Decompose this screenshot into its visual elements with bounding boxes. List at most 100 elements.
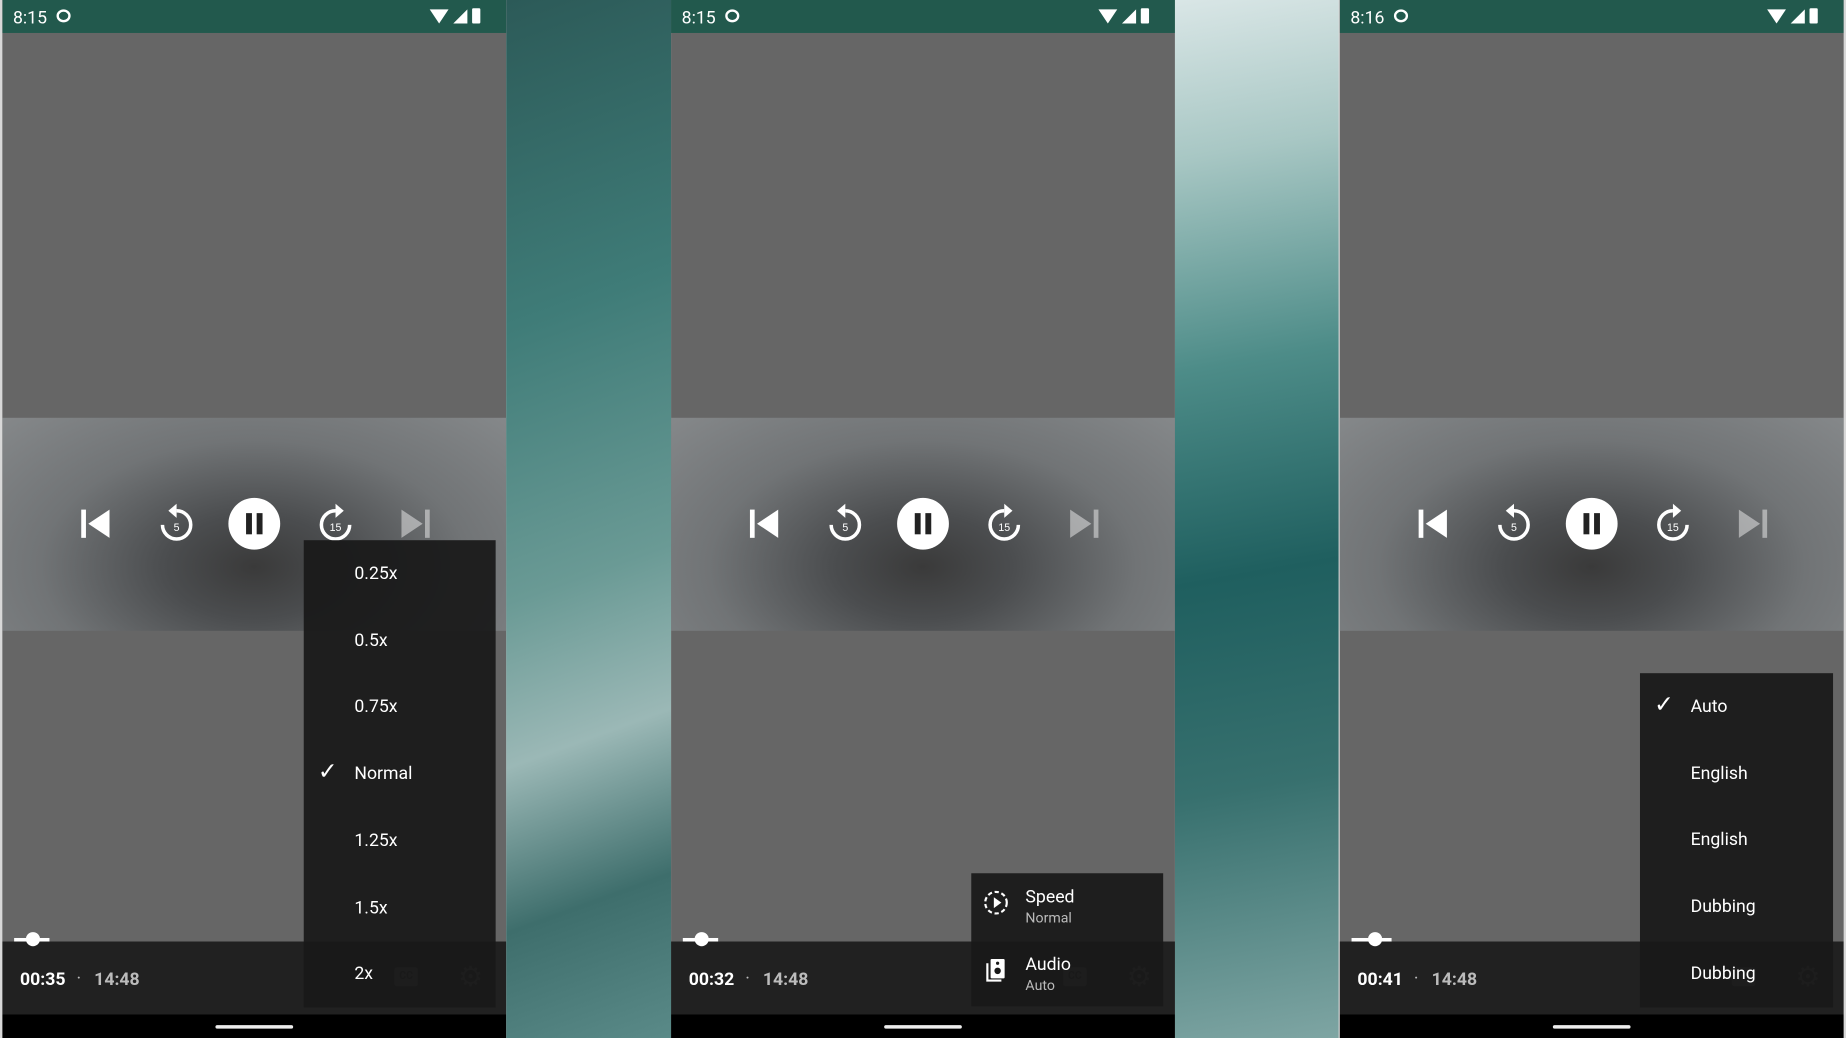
menu-item[interactable]: 2x — [304, 941, 496, 1007]
pause-button[interactable] — [228, 497, 281, 550]
navigation-bar — [2, 1014, 507, 1038]
status-bar: 8:15 — [671, 0, 1175, 33]
svg-text:15: 15 — [1667, 522, 1679, 534]
wave-image — [1174, 0, 1339, 1038]
menu-item[interactable]: English — [1640, 740, 1833, 806]
skip-previous-icon — [749, 509, 779, 538]
menu-item[interactable]: 0.5x — [304, 607, 496, 673]
previous-button[interactable] — [73, 500, 120, 547]
wifi-icon — [1767, 8, 1786, 23]
pause-icon — [914, 513, 932, 535]
status-time: 8:15 — [681, 7, 716, 29]
svg-text:15: 15 — [330, 522, 342, 534]
svg-text:15: 15 — [998, 522, 1010, 534]
settings-item-value: Auto — [1025, 976, 1055, 993]
skip-previous-icon — [81, 509, 110, 538]
speed-icon — [984, 890, 1008, 915]
menu-item-label: 2x — [354, 962, 374, 985]
settings-item-title: Audio — [1025, 952, 1071, 974]
menu-item-label: Normal — [354, 762, 413, 784]
notification-icon — [56, 9, 71, 23]
battery-icon — [1809, 8, 1818, 24]
notification-icon — [725, 9, 740, 23]
time-separator: · — [1413, 967, 1419, 989]
duration: 14:48 — [1431, 968, 1478, 990]
svg-text:5: 5 — [174, 522, 180, 534]
screenshot-collage: 8:15 5 15 00:35 · 14:48 CC ⚙ 8:15 5 15 — [0, 0, 1846, 1038]
menu-item[interactable]: ✓ Auto — [1640, 673, 1833, 739]
menu-item-label: 0.75x — [354, 696, 398, 718]
previous-button[interactable] — [742, 500, 789, 547]
check-icon: ✓ — [317, 756, 338, 786]
speaker-icon — [986, 958, 1005, 982]
signal-icon — [453, 8, 468, 23]
status-time: 8:15 — [12, 7, 48, 29]
check-icon: ✓ — [1654, 689, 1674, 718]
previous-button[interactable] — [1410, 500, 1457, 547]
wifi-icon — [1098, 8, 1118, 23]
menu-item[interactable]: 1.25x — [304, 807, 496, 873]
menu-item[interactable]: ✓ Normal — [304, 740, 496, 806]
current-position: 00:32 — [688, 968, 735, 990]
forward-icon: 15 — [988, 503, 1021, 541]
menu-item-label: 0.25x — [354, 562, 398, 584]
menu-item-label: 1.5x — [354, 896, 388, 918]
menu-item[interactable]: Dubbing — [1640, 940, 1833, 1006]
settings-menu: Speed Normal Audio Auto — [971, 873, 1164, 1007]
skip-previous-icon — [1418, 509, 1447, 538]
menu-item-label: 1.25x — [354, 829, 398, 851]
menu-item-label: Auto — [1690, 695, 1728, 717]
menu-item-label: Dubbing — [1690, 962, 1756, 984]
popup-menu: 0.25x 0.5x 0.75x ✓ Normal 1.25x 1.5x 2x — [303, 540, 496, 1008]
settings-item-audio[interactable]: Audio Auto — [971, 940, 1163, 1006]
wifi-icon — [429, 8, 449, 23]
forward-button[interactable]: 15 — [1649, 500, 1696, 547]
replay-icon: 5 — [160, 503, 193, 541]
svg-text:5: 5 — [1511, 522, 1517, 534]
status-bar: 8:16 — [1339, 0, 1844, 33]
menu-item-label: Dubbing — [1690, 895, 1756, 917]
pause-button[interactable] — [897, 497, 949, 550]
notification-icon — [1393, 9, 1409, 23]
replay-icon: 5 — [1498, 503, 1530, 541]
menu-item-label: English — [1690, 828, 1748, 851]
time-separator: · — [745, 967, 750, 989]
current-position: 00:41 — [1357, 968, 1403, 990]
home-handle[interactable] — [215, 1025, 294, 1029]
status-bar: 8:15 — [2, 0, 507, 33]
rewind-button[interactable]: 5 — [153, 500, 200, 547]
home-handle[interactable] — [884, 1025, 962, 1029]
popup-menu: ✓ Auto English English Dubbing Dubbing — [1639, 673, 1834, 1007]
menu-item-label: English — [1690, 762, 1748, 784]
skip-next-icon — [1738, 509, 1768, 538]
navigation-bar — [1339, 1014, 1844, 1038]
next-button[interactable] — [1060, 500, 1107, 547]
home-handle[interactable] — [1552, 1025, 1631, 1029]
menu-item[interactable]: 0.25x — [304, 540, 496, 606]
forward-button[interactable]: 15 — [981, 500, 1028, 547]
menu-item[interactable]: 1.5x — [304, 874, 496, 940]
battery-icon — [472, 8, 481, 24]
menu-item[interactable]: English — [1640, 807, 1833, 873]
pause-icon — [246, 513, 263, 535]
settings-item-speed[interactable]: Speed Normal — [971, 873, 1163, 939]
menu-item[interactable]: Dubbing — [1640, 873, 1833, 939]
battery-icon — [1140, 8, 1150, 24]
svg-text:5: 5 — [842, 522, 848, 534]
settings-item-value: Normal — [1025, 909, 1072, 927]
time-separator: · — [76, 967, 82, 989]
pause-button[interactable] — [1565, 497, 1618, 550]
rewind-button[interactable]: 5 — [1490, 500, 1537, 547]
forward-icon: 15 — [1657, 503, 1689, 541]
next-button[interactable] — [1728, 500, 1775, 547]
signal-icon — [1790, 8, 1805, 23]
menu-item[interactable]: 0.75x — [304, 674, 496, 740]
duration: 14:48 — [94, 968, 140, 990]
rewind-button[interactable]: 5 — [822, 500, 869, 547]
replay-icon: 5 — [829, 503, 862, 541]
pause-icon — [1583, 513, 1600, 535]
status-time: 8:16 — [1350, 7, 1385, 29]
skip-next-icon — [1070, 509, 1099, 538]
menu-item-label: 0.5x — [354, 629, 388, 651]
signal-icon — [1121, 8, 1137, 23]
